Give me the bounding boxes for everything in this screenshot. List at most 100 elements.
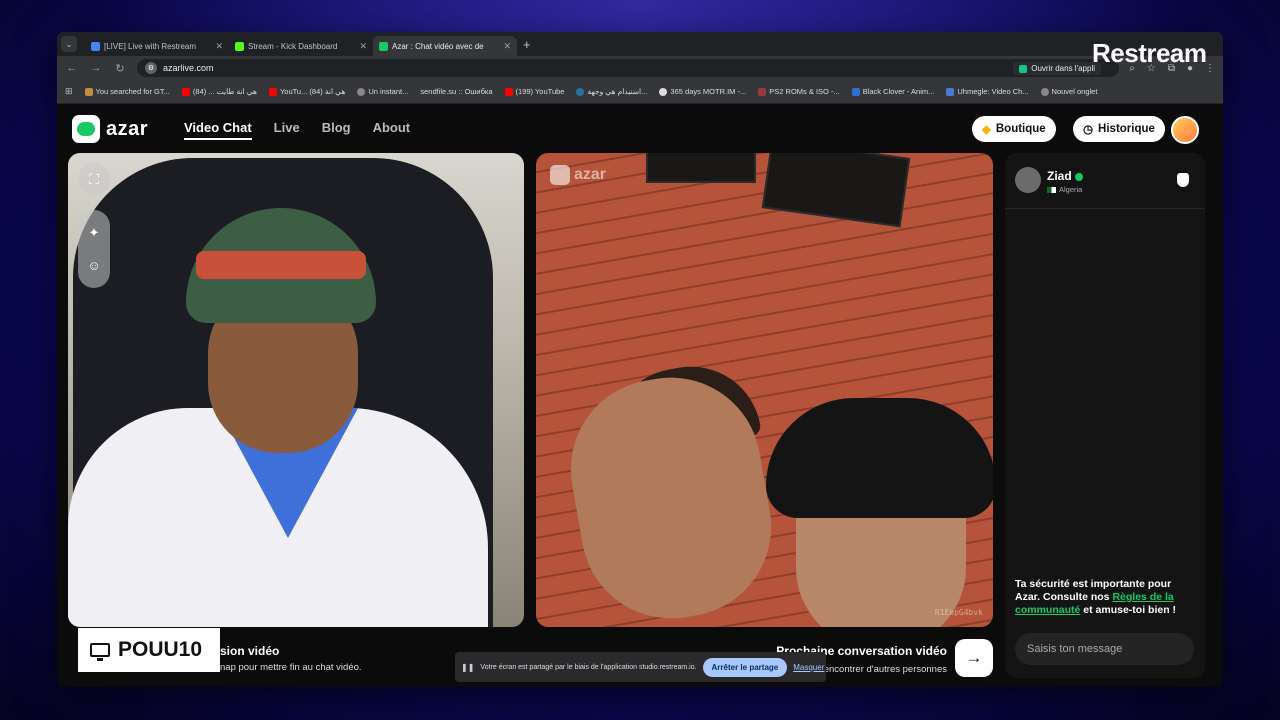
browser-window: ⌄ [LIVE] Live with Restream ✕ Stream - K…: [57, 32, 1223, 687]
tab-title: [LIVE] Live with Restream: [104, 41, 197, 51]
nav-video-chat[interactable]: Video Chat: [184, 120, 252, 140]
bookmark-label: sendfile.su :: Ошибка: [420, 87, 493, 96]
youtube-icon: [181, 87, 190, 96]
site-info-icon[interactable]: ⚙: [145, 62, 157, 74]
globe-icon: [357, 87, 366, 96]
peer-name: Ziad: [1047, 169, 1083, 183]
azar-logo-icon: [72, 115, 100, 143]
new-tab-icon[interactable]: +: [523, 37, 531, 52]
tab-restream[interactable]: [LIVE] Live with Restream ✕: [85, 36, 229, 56]
tab-kick[interactable]: Stream - Kick Dashboard ✕: [229, 36, 373, 56]
url-field[interactable]: ⚙ azarlive.com: [137, 59, 1120, 77]
boutique-button[interactable]: ◆ Boutique: [972, 116, 1056, 142]
tab-search-icon[interactable]: ⌄: [61, 36, 77, 52]
share-message: Votre écran est partagé par le biais de …: [480, 663, 697, 671]
end-chat-sub: nap pour mettre fin au chat vidéo.: [220, 662, 362, 673]
safety-notice: Ta sécurité est importante pour Azar. Co…: [1015, 578, 1197, 617]
azar-logo[interactable]: azar: [72, 115, 148, 143]
bookmark-label: استيدام هي وجهة...: [587, 87, 648, 96]
effects-controls: ✦ ☺: [78, 210, 110, 288]
streamer-name: POUU10: [118, 638, 203, 661]
restream-logo: Restream: [1092, 38, 1207, 68]
bookmark[interactable]: Uhmegle: Video Ch...: [946, 87, 1029, 96]
peer-avatar[interactable]: [1015, 167, 1041, 193]
clock-icon: ◷: [1083, 124, 1094, 136]
bookmark-label: Black Clover - Anim...: [862, 87, 935, 96]
reload-icon[interactable]: ↻: [113, 62, 127, 75]
kick-favicon-icon: [235, 41, 244, 51]
report-shield-icon[interactable]: [1177, 173, 1189, 187]
close-icon[interactable]: ✕: [359, 41, 367, 52]
chat-header: Ziad Algeria: [1005, 153, 1205, 209]
local-video: ⛶ ✦ ☺: [68, 153, 524, 627]
hide-share-bar-link[interactable]: Masquer: [793, 663, 824, 672]
flag-icon: [1047, 186, 1056, 193]
message-input[interactable]: [1015, 633, 1194, 665]
wall-frame: [761, 153, 911, 228]
apps-icon[interactable]: ⊞: [65, 86, 73, 97]
bookmark-label: Uhmegle: Video Ch...: [957, 87, 1029, 96]
site-header: azar Video Chat Live Blog About ◆ Boutiq…: [57, 104, 1223, 154]
forward-icon[interactable]: →: [89, 62, 103, 74]
nav-about[interactable]: About: [373, 120, 411, 140]
tab-title: Stream - Kick Dashboard: [248, 41, 338, 51]
back-icon[interactable]: ←: [65, 62, 79, 74]
bookmark[interactable]: Nouvel onglet: [1040, 87, 1098, 96]
bookmark[interactable]: (199) YouTube: [504, 87, 565, 96]
face-filter-icon[interactable]: ☺: [87, 258, 100, 273]
tab-bar: ⌄ [LIVE] Live with Restream ✕ Stream - K…: [57, 32, 1223, 56]
url-text: azarlive.com: [163, 63, 214, 73]
bookmark-favicon-icon: [758, 87, 767, 96]
globe-icon: [1040, 87, 1049, 96]
bookmark[interactable]: Black Clover - Anim...: [851, 87, 935, 96]
arrow-right-icon: →: [965, 648, 983, 667]
tab-title: Azar : Chat vidéo avec de: [392, 41, 484, 51]
logo-text: azar: [106, 117, 149, 140]
bookmark-label: Nouvel onglet: [1051, 87, 1098, 96]
close-icon[interactable]: ✕: [215, 41, 223, 52]
bookmark[interactable]: PS2 ROMs & ISO -...: [758, 87, 840, 96]
bookmark[interactable]: هي انة طايت ... (84): [181, 87, 257, 96]
end-chat-title: sion vidéo: [220, 644, 280, 658]
bookmark[interactable]: Un instant...: [357, 87, 408, 96]
pause-icon: ❚❚: [461, 662, 475, 672]
close-icon[interactable]: ✕: [503, 41, 511, 52]
safety-text-end: et amuse-toi bien !: [1080, 604, 1177, 616]
bookmark-label: 365 days MOTR.IM -...: [670, 87, 747, 96]
bookmark-favicon-icon: [946, 87, 955, 96]
open-in-app-button[interactable]: Ouvrir dans l'appli: [1013, 62, 1101, 75]
bookmark-label: PS2 ROMs & ISO -...: [769, 87, 840, 96]
sparkle-icon[interactable]: ✦: [89, 225, 100, 241]
bookmark-label: You searched for GT...: [95, 87, 170, 96]
video-id: R1EepG4bvk: [934, 608, 983, 617]
azar-app-icon: [1019, 64, 1028, 73]
main-nav: Video Chat Live Blog About: [184, 120, 410, 140]
google-icon: [659, 87, 668, 96]
bookmark[interactable]: 365 days MOTR.IM -...: [659, 87, 746, 96]
verified-icon: [1074, 172, 1083, 181]
cursor-icon: ↖: [955, 641, 965, 653]
bookmark[interactable]: YouTu... هي انة (84): [268, 87, 345, 96]
bookmark-favicon-icon: [84, 87, 93, 96]
bookmark[interactable]: استيدام هي وجهة...: [576, 87, 647, 96]
bookmark-label: (199) YouTube: [515, 87, 565, 96]
bookmark[interactable]: sendfile.su :: Ошибка: [420, 87, 492, 96]
wordpress-icon: [576, 87, 585, 96]
nav-live[interactable]: Live: [274, 120, 300, 140]
azar-watermark-icon: [550, 165, 570, 185]
gem-icon: ◆: [982, 124, 991, 136]
bookmark-favicon-icon: [851, 87, 860, 96]
wall-frame: [646, 153, 756, 183]
remote-video: azar R1EepG4bvk: [536, 153, 993, 627]
tab-azar[interactable]: Azar : Chat vidéo avec de ✕: [373, 36, 517, 56]
historique-button[interactable]: ◷ Historique: [1073, 116, 1165, 142]
bookmark[interactable]: You searched for GT...: [84, 87, 170, 96]
user-avatar[interactable]: [1171, 116, 1199, 144]
stop-sharing-button[interactable]: Arrêter le partage: [702, 657, 788, 677]
youtube-icon: [504, 87, 513, 96]
nav-blog[interactable]: Blog: [322, 120, 351, 140]
peer-country: Algeria: [1047, 185, 1082, 194]
bookmark-label: Un instant...: [368, 87, 409, 96]
camera-switch-icon[interactable]: ⛶: [78, 163, 110, 195]
azar-favicon-icon: [379, 41, 388, 51]
